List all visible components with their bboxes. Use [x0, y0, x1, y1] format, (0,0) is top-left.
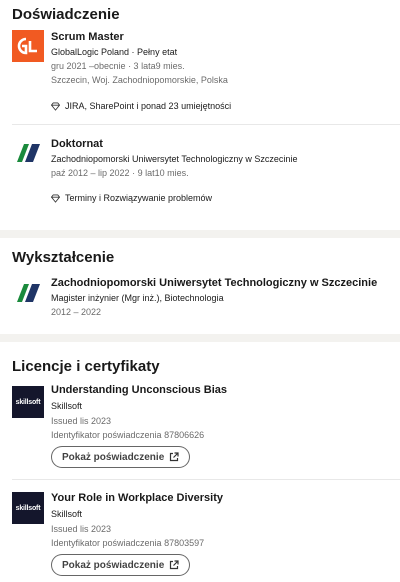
experience-location: Szczecin, Woj. Zachodniopomorskie, Polsk… [51, 75, 228, 85]
zut-logo[interactable] [14, 140, 46, 172]
experience-dates: gru 2021 –obecnie · 3 lata9 mies. [51, 61, 185, 71]
skillsoft-logo-text: skillsoft [15, 398, 41, 406]
zut-logo[interactable] [14, 280, 46, 312]
external-link-icon [170, 452, 179, 462]
experience-skills[interactable]: Terminy i Rozwiązywanie problemów [51, 193, 212, 203]
show-credential-button[interactable]: Pokaż poświadczenie [51, 554, 191, 576]
experience-company: Zachodniopomorski Uniwersytet Technologi… [51, 154, 298, 164]
license-issuer: Skillsoft [51, 509, 83, 519]
education-heading: Wykształcenie [12, 249, 115, 266]
skillsoft-logo[interactable]: skillsoft [12, 386, 44, 418]
education-school[interactable]: Zachodniopomorski Uniwersytet Technologi… [51, 277, 377, 289]
experience-role[interactable]: Doktornat [51, 138, 103, 150]
divider [12, 479, 400, 480]
globallogic-logo-icon [17, 37, 37, 55]
show-credential-button[interactable]: Pokaż poświadczenie [51, 446, 191, 468]
license-issued: Issued lis 2023 [51, 524, 112, 534]
experience-dates: paź 2012 – lip 2022 · 9 lat10 mies. [51, 168, 189, 178]
show-credential-label: Pokaż poświadczenie [62, 451, 165, 463]
zut-logo-icon [17, 284, 40, 302]
license-name[interactable]: Your Role in Workplace Diversity [51, 492, 223, 504]
education-degree: Magister inżynier (Mgr inż.), Biotechnol… [51, 293, 224, 303]
experience-skills-label: JIRA, SharePoint i ponad 23 umiejętności [65, 101, 232, 111]
licenses-section: Licencje i certyfikaty skillsoft Underst… [0, 342, 400, 582]
experience-heading: Doświadczenie [12, 6, 120, 23]
license-issuer: Skillsoft [51, 401, 83, 411]
diamond-icon [51, 193, 60, 203]
experience-skills-label: Terminy i Rozwiązywanie problemów [65, 193, 213, 203]
skillsoft-logo-text: skillsoft [15, 504, 41, 512]
show-credential-label: Pokaż poświadczenie [62, 559, 165, 571]
education-dates: 2012 – 2022 [51, 307, 102, 317]
license-credential-id: Identyfikator poświadczenia 87803597 [51, 538, 205, 548]
license-name[interactable]: Understanding Unconscious Bias [51, 384, 227, 396]
experience-company: GlobalLogic Poland · Pełny etat [51, 47, 178, 57]
license-issued: Issued lis 2023 [51, 416, 112, 426]
globallogic-logo[interactable] [12, 30, 44, 62]
diamond-icon [51, 101, 60, 111]
education-section: Wykształcenie Zachodniopomorski Uniwersy… [0, 238, 400, 334]
experience-section: Doświadczenie Scrum Master GlobalLogic P… [0, 0, 400, 230]
license-credential-id: Identyfikator poświadczenia 87806626 [51, 430, 205, 440]
zut-logo-icon [17, 144, 40, 162]
external-link-icon [170, 560, 179, 570]
experience-role[interactable]: Scrum Master [51, 31, 124, 43]
licenses-heading: Licencje i certyfikaty [12, 358, 160, 375]
divider [12, 124, 400, 125]
experience-skills[interactable]: JIRA, SharePoint i ponad 23 umiejętności [51, 101, 231, 111]
skillsoft-logo[interactable]: skillsoft [12, 492, 44, 524]
